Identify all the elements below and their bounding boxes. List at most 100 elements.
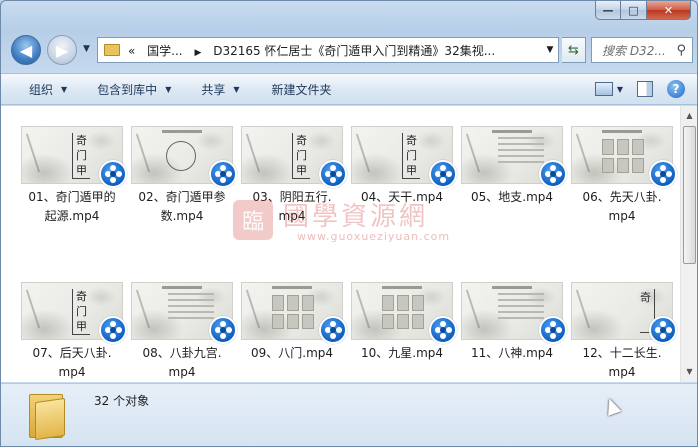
file-name: 04、天干.mp4 <box>349 188 455 207</box>
scroll-up-icon[interactable]: ▲ <box>683 109 696 123</box>
file-item[interactable]: 奇门甲 07、后天八卦. mp4 <box>19 282 127 382</box>
file-name-line: mp4 <box>608 209 636 223</box>
media-player-icon <box>99 316 127 344</box>
view-icon <box>594 82 613 96</box>
refresh-button[interactable]: ⇆ <box>562 37 586 63</box>
include-in-library-menu[interactable]: 包含到库中 ▼ <box>97 81 171 98</box>
maximize-button[interactable]: □ <box>621 1 647 20</box>
media-player-icon <box>319 316 347 344</box>
chevron-down-icon: ▼ <box>165 84 172 94</box>
file-name-line: 数.mp4 <box>160 209 204 223</box>
chevron-right-icon[interactable]: ▶ <box>194 48 201 58</box>
file-item[interactable]: 05、地支.mp4 <box>459 126 567 226</box>
file-name: 11、八神.mp4 <box>459 344 565 363</box>
file-name: 12、十二长生. mp4 <box>569 344 675 382</box>
file-name: 09、八门.mp4 <box>239 344 345 363</box>
new-folder-button[interactable]: 新建文件夹 <box>272 81 332 98</box>
file-item[interactable]: 08、八卦九宫. mp4 <box>129 282 237 382</box>
thumbnail-text: 奇门甲 <box>402 133 420 179</box>
file-item[interactable]: 06、先天八卦. mp4 <box>569 126 677 226</box>
media-player-icon <box>429 316 457 344</box>
file-name-line: 11、八神.mp4 <box>470 346 554 360</box>
recent-pages-dropdown[interactable]: ▼ <box>83 44 90 54</box>
file-name-line: 08、八卦九宫. <box>142 346 222 360</box>
file-name: 07、后天八卦. mp4 <box>19 344 125 382</box>
vertical-scrollbar[interactable]: ▲ ▼ <box>680 106 697 382</box>
change-view-button[interactable]: ▼ <box>594 82 623 96</box>
breadcrumb-overflow[interactable]: « <box>128 44 135 58</box>
file-item[interactable]: 奇门甲 01、奇门遁甲的 起源.mp4 <box>19 126 127 226</box>
file-name-line: 10、九星.mp4 <box>360 346 444 360</box>
media-player-icon <box>539 316 567 344</box>
file-name-line: 06、先天八卦. <box>582 190 662 204</box>
folder-icon <box>104 44 120 56</box>
back-button[interactable]: ◀ <box>11 35 41 65</box>
window-controls: — □ ✕ <box>595 1 691 21</box>
share-menu[interactable]: 共享 ▼ <box>201 81 239 98</box>
file-name-line: 04、天干.mp4 <box>360 190 444 204</box>
thumbnail-text: 奇门甲 <box>72 133 90 179</box>
breadcrumb-item-guoxue[interactable]: 国学... <box>147 44 182 58</box>
file-item[interactable]: 09、八门.mp4 <box>239 282 347 382</box>
navigation-bar: ◀ ▶ ▼ « 国学... ▶ D32165 怀仁居士《奇门遁甲入门到精通》32… <box>7 35 693 65</box>
item-count: 32 个对象 <box>94 394 150 408</box>
minimize-button[interactable]: — <box>595 1 621 20</box>
media-player-icon <box>319 160 347 188</box>
file-name: 06、先天八卦. mp4 <box>569 188 675 226</box>
file-item[interactable]: 02、奇门遁甲参 数.mp4 <box>129 126 237 226</box>
address-bar[interactable]: « 国学... ▶ D32165 怀仁居士《奇门遁甲入门到精通》32集视... … <box>97 37 559 63</box>
close-button[interactable]: ✕ <box>647 1 691 20</box>
media-player-icon <box>209 316 237 344</box>
share-label: 共享 <box>201 82 226 97</box>
media-player-icon <box>649 316 677 344</box>
command-bar: 组织 ▼ 包含到库中 ▼ 共享 ▼ 新建文件夹 ▼ ? <box>1 73 697 105</box>
file-item[interactable]: 奇门甲 03、阴阳五行. mp4 <box>239 126 347 226</box>
file-name: 05、地支.mp4 <box>459 188 565 207</box>
thumbnail-text: 奇门甲 <box>72 289 90 335</box>
chevron-down-icon: ▼ <box>233 84 240 94</box>
organize-menu[interactable]: 组织 ▼ <box>29 81 67 98</box>
media-player-icon <box>429 160 457 188</box>
preview-pane-button[interactable] <box>637 81 653 97</box>
file-item[interactable]: 奇门甲 04、天干.mp4 <box>349 126 457 226</box>
file-name-line: 07、后天八卦. <box>32 346 112 360</box>
chevron-down-icon: ▼ <box>616 84 623 94</box>
mouse-cursor-icon <box>602 396 622 416</box>
include-in-library-label: 包含到库中 <box>97 82 158 97</box>
file-name-line: mp4 <box>608 365 636 379</box>
explorer-window: — □ ✕ ◀ ▶ ▼ « 国学... ▶ D32165 怀仁居士《奇门遁甲入门… <box>0 0 698 447</box>
file-name: 08、八卦九宫. mp4 <box>129 344 235 382</box>
folder-icon <box>29 390 69 441</box>
file-item[interactable]: 奇 12、十二长生. mp4 <box>569 282 677 382</box>
search-input[interactable]: 搜索 D32... ⚲ <box>591 37 693 63</box>
details-pane: 32 个对象 <box>1 383 697 446</box>
breadcrumb: « 国学... ▶ D32165 怀仁居士《奇门遁甲入门到精通》32集视... <box>128 42 542 59</box>
scroll-thumb[interactable] <box>683 126 696 264</box>
watermark-url: www.guoxueziyuan.com <box>297 230 451 243</box>
organize-label: 组织 <box>29 82 54 97</box>
chevron-down-icon: ▼ <box>61 84 68 94</box>
media-player-icon <box>99 160 127 188</box>
file-name: 03、阴阳五行. mp4 <box>239 188 345 226</box>
file-name-line: mp4 <box>168 365 196 379</box>
file-name: 02、奇门遁甲参 数.mp4 <box>129 188 235 226</box>
file-name-line: mp4 <box>278 209 306 223</box>
breadcrumb-item-current[interactable]: D32165 怀仁居士《奇门遁甲入门到精通》32集视... <box>213 44 495 58</box>
file-name-line: 起源.mp4 <box>44 209 100 223</box>
thumbnail-text: 奇门甲 <box>292 133 310 179</box>
view-controls: ▼ ? <box>594 80 685 98</box>
file-item[interactable]: 11、八神.mp4 <box>459 282 567 382</box>
help-icon[interactable]: ? <box>667 80 685 98</box>
file-item[interactable]: 10、九星.mp4 <box>349 282 457 382</box>
arrow-left-icon: ◀ <box>19 40 33 60</box>
search-placeholder: 搜索 D32... <box>602 43 666 58</box>
file-name-line: 09、八门.mp4 <box>250 346 334 360</box>
file-list: 奇门甲 01、奇门遁甲的 起源.mp4 02、奇门遁甲参 数.mp4 奇门甲 03、阴阳五行… <box>1 106 697 382</box>
address-dropdown[interactable]: ▼ <box>542 45 558 55</box>
file-name-line: 01、奇门遁甲的 <box>28 190 116 204</box>
file-name-line: 03、阴阳五行. <box>252 190 332 204</box>
scroll-down-icon[interactable]: ▼ <box>683 365 696 379</box>
file-name: 10、九星.mp4 <box>349 344 455 363</box>
file-name-line: mp4 <box>58 365 86 379</box>
forward-button[interactable]: ▶ <box>47 35 77 65</box>
